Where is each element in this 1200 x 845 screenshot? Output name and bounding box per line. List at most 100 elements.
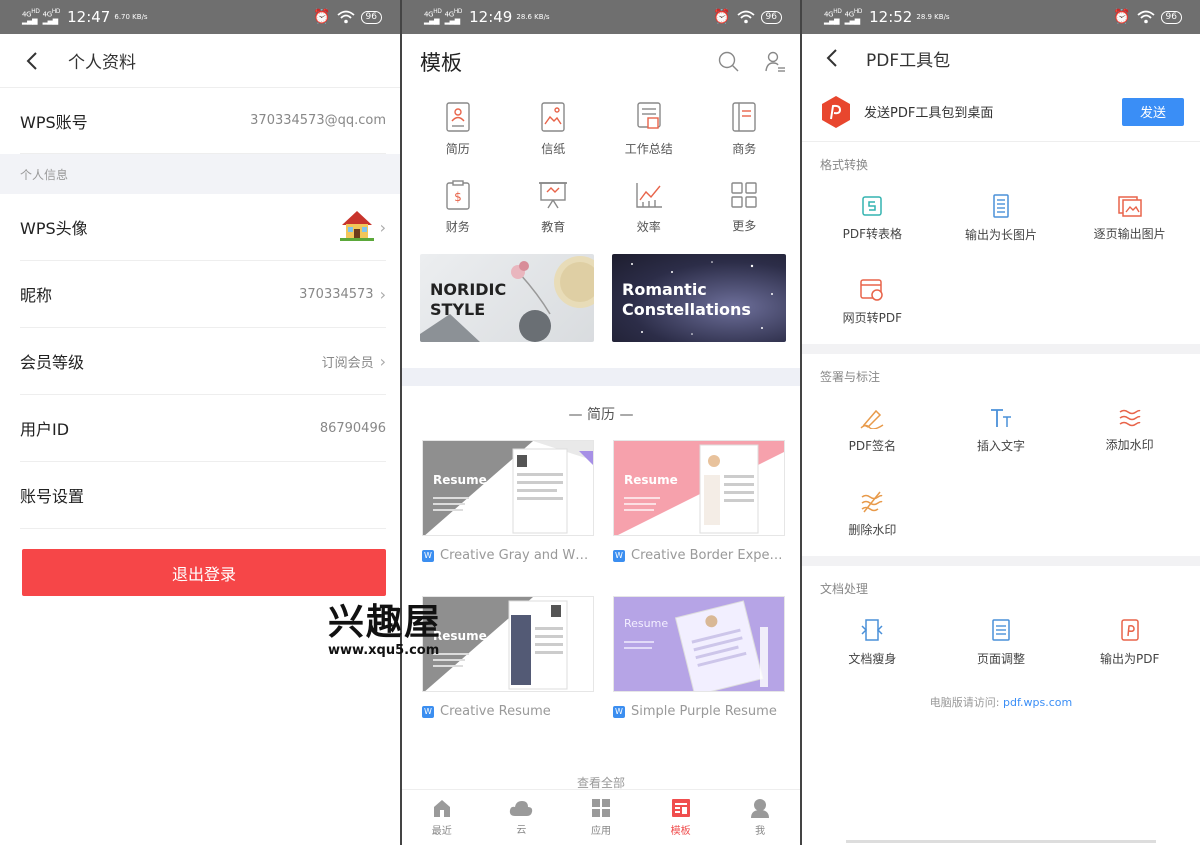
signal-indicator-2: 4GHD ▂▄▆ — [42, 8, 61, 26]
watermark-logo: 兴趣屋 www.xqu5.com — [328, 603, 458, 659]
account-settings-row[interactable]: 账号设置 — [20, 462, 386, 529]
desktop-version-note: 电脑版请访问: pdf.wps.com — [802, 694, 1200, 710]
page-title: PDF工具包 — [866, 50, 951, 71]
tool-label: PDF签名 — [848, 438, 897, 453]
category-finance[interactable]: $ 财务 — [410, 168, 506, 246]
template-title-text: Creative Border Expe… — [631, 548, 783, 563]
back-button[interactable] — [820, 46, 844, 70]
tab-cloud[interactable]: 云 — [482, 790, 562, 845]
category-label: 更多 — [732, 218, 757, 233]
group-title: 签署与标注 — [820, 370, 881, 384]
category-efficiency[interactable]: 效率 — [601, 168, 697, 246]
tool-web-to-pdf[interactable]: 网页转PDF — [808, 260, 937, 344]
signature-icon — [860, 409, 884, 429]
tool-page-adjust[interactable]: 页面调整 — [937, 600, 1066, 684]
page-images-icon — [1117, 195, 1142, 217]
template-title-text: Creative Resume — [440, 704, 551, 719]
more-icon — [731, 181, 757, 208]
tool-label: 逐页输出图片 — [1093, 226, 1166, 241]
tool-label: 输出为长图片 — [964, 227, 1037, 242]
user-manage-icon[interactable] — [764, 51, 786, 73]
templates-header: 模板 — [402, 34, 800, 90]
template-thumbnail[interactable]: Resume — [613, 440, 785, 536]
nickname-label: 昵称 — [20, 286, 53, 305]
tool-insert-text[interactable]: 插入文字 — [937, 388, 1066, 472]
banner-line: NORIDIC — [430, 280, 507, 299]
group-separator — [802, 556, 1200, 566]
tool-export-page-images[interactable]: 逐页输出图片 — [1065, 176, 1194, 260]
template-thumbnail[interactable]: Resume — [422, 440, 594, 536]
template-title: W Simple Purple Resume — [613, 704, 786, 719]
word-doc-icon: W — [422, 705, 434, 718]
member-level-label: 会员等级 — [20, 353, 85, 372]
avatar[interactable] — [339, 209, 374, 245]
business-icon — [732, 101, 756, 132]
signal-indicator-2: 4GHD ▂▄▆ — [444, 8, 463, 26]
chevron-right-icon: › — [379, 217, 386, 237]
chevron-right-icon: › — [379, 284, 386, 304]
template-card[interactable]: Resume W Simple Purple Resume — [613, 596, 786, 752]
group-title: 格式转换 — [820, 158, 869, 172]
category-letter[interactable]: 信纸 — [506, 90, 602, 168]
category-business[interactable]: 商务 — [697, 90, 793, 168]
word-doc-icon: W — [613, 549, 625, 562]
slim-document-icon — [861, 618, 883, 641]
status-time: 12:52 — [869, 8, 913, 26]
thumbnail-label: Resume — [624, 473, 678, 487]
category-work-summary[interactable]: 工作总结 — [601, 90, 697, 168]
back-button[interactable] — [20, 49, 44, 73]
template-title: W Creative Border Expe… — [613, 548, 786, 563]
apps-icon — [591, 799, 610, 817]
wifi-icon — [736, 10, 755, 24]
template-card[interactable]: Resume W Creative Gray and W… — [422, 440, 595, 596]
wifi-icon — [1136, 10, 1155, 24]
tool-export-pdf[interactable]: 输出为PDF — [1065, 600, 1194, 684]
tab-templates[interactable]: 模板 — [641, 790, 721, 845]
template-thumbnail[interactable]: Resume — [613, 596, 785, 692]
tab-apps[interactable]: 应用 — [561, 790, 641, 845]
category-more[interactable]: 更多 — [697, 168, 793, 246]
tool-pdf-to-excel[interactable]: PDF转表格 — [808, 176, 937, 260]
bottom-tab-bar: 最近 云 应用 模板 我 — [402, 789, 800, 845]
member-level-row[interactable]: 会员等级 订阅会员 › — [20, 328, 386, 395]
banner-row: NORIDIC STYLE Romantic Constellations — [402, 254, 800, 342]
template-card[interactable]: Resume W Creative Border Expe… — [613, 440, 786, 596]
resume-thumbnail-art — [624, 600, 768, 691]
finance-icon: $ — [446, 179, 470, 210]
status-bar: 4GHD ▂▄▆ 4GHD ▂▄▆ 12:49 28.6 KB/s ⏰ 96 — [402, 0, 800, 34]
export-pdf-icon — [1120, 618, 1139, 641]
send-button[interactable]: 发送 — [1122, 97, 1184, 126]
category-education[interactable]: 教育 — [506, 168, 602, 246]
profile-screen: 4GHD ▂▄▆ 4GHD ▂▄▆ 12:47 6.70 KB/s ⏰ 96 个人资… — [0, 0, 400, 845]
nickname-row[interactable]: 昵称 370334573 › — [20, 261, 386, 328]
tool-slim-document[interactable]: 文档瘦身 — [808, 600, 937, 684]
education-icon — [539, 181, 568, 208]
template-icon — [671, 799, 690, 817]
section-band — [402, 368, 800, 386]
templates-screen: 4GHD ▂▄▆ 4GHD ▂▄▆ 12:49 28.6 KB/s ⏰ 96 模板 … — [402, 0, 800, 845]
group-separator — [802, 344, 1200, 354]
network-speed: 28.9 KB/s — [916, 12, 950, 21]
tab-label: 模板 — [670, 826, 691, 837]
tool-label: 插入文字 — [976, 438, 1025, 453]
search-icon[interactable] — [718, 51, 740, 73]
banner-romantic-constellations[interactable]: Romantic Constellations — [612, 254, 786, 342]
banner-nordic-style[interactable]: NORIDIC STYLE — [420, 254, 594, 342]
banner-text: Romantic Constellations — [622, 280, 751, 320]
tool-export-long-image[interactable]: 输出为长图片 — [937, 176, 1066, 260]
tab-me[interactable]: 我 — [720, 790, 800, 845]
tool-remove-watermark[interactable]: 删除水印 — [808, 472, 937, 556]
tool-add-watermark[interactable]: 添加水印 — [1065, 388, 1194, 472]
category-resume[interactable]: 简历 — [410, 90, 506, 168]
resume-icon — [446, 101, 470, 132]
account-settings-label: 账号设置 — [20, 487, 85, 506]
battery-indicator: 96 — [760, 10, 782, 24]
pdf-website-link[interactable]: pdf.wps.com — [1003, 696, 1072, 709]
pdf-toolkit-screen: 4GHD ▂▄▆ 4GHD ▂▄▆ 12:52 28.9 KB/s ⏰ 96 PDF… — [802, 0, 1200, 845]
thumbnail-label: Resume — [624, 617, 669, 630]
avatar-row[interactable]: WPS头像 › — [20, 194, 386, 261]
logout-button[interactable]: 退出登录 — [22, 549, 386, 596]
tab-recent[interactable]: 最近 — [402, 790, 482, 845]
tool-pdf-sign[interactable]: PDF签名 — [808, 388, 937, 472]
watermark-url: www.xqu5.com — [328, 643, 440, 658]
